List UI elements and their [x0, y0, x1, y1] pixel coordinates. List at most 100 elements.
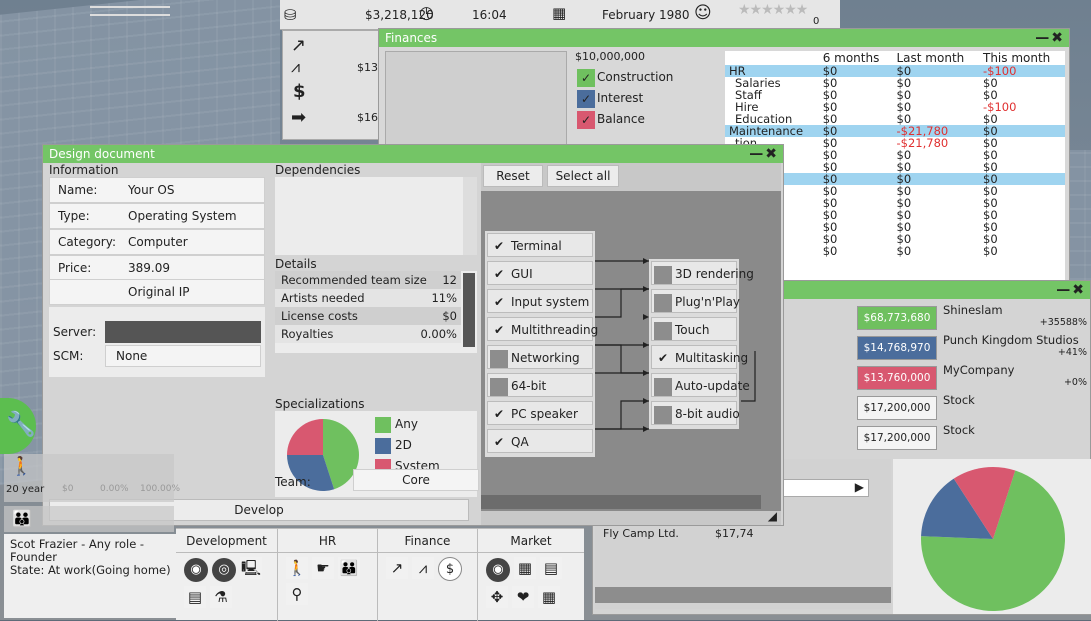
- info-field-row[interactable]: Name: Your OS: [49, 177, 265, 203]
- select-all-button[interactable]: Select all: [547, 165, 619, 187]
- market-grid-icon[interactable]: ▦: [514, 557, 536, 579]
- hr-person-icon[interactable]: 🚶: [286, 557, 308, 579]
- detail-value: $0: [442, 309, 457, 323]
- market-news-icon[interactable]: ▤: [540, 557, 562, 579]
- finance-legend: ✓ Construction ✓ Interest ✓ Balance: [577, 67, 697, 130]
- hr-group-icon[interactable]: 👪: [338, 557, 360, 579]
- feature-auto-update[interactable]: Auto-update: [651, 373, 750, 397]
- calendar-icon[interactable]: ▦: [552, 4, 566, 22]
- feature-scrollbar[interactable]: [481, 495, 761, 509]
- legend-item[interactable]: ✓ Interest: [577, 88, 697, 109]
- tab-finance[interactable]: Finance ↗ ⩘ $: [378, 529, 478, 621]
- market-shield-icon[interactable]: ❤: [512, 586, 534, 608]
- menu-handle[interactable]: [90, 6, 170, 16]
- market-award-icon[interactable]: ✥: [486, 586, 508, 608]
- dependencies-scrollbar[interactable]: [463, 177, 477, 255]
- tab-development[interactable]: Development ◉ ◎ 🖳 ▤ ⚗: [176, 529, 278, 621]
- close-icon[interactable]: ✖: [765, 146, 779, 162]
- detail-row: License costs $0: [275, 307, 461, 325]
- dollar-icon[interactable]: $: [293, 81, 306, 102]
- market-company: Punch Kingdom Studios: [943, 333, 1079, 347]
- scm-field[interactable]: None: [105, 345, 261, 367]
- feature-qa[interactable]: ✔ QA: [487, 429, 593, 453]
- table-row[interactable]: Maintenance $0 -$21,780 $0: [725, 125, 1065, 137]
- tab-market[interactable]: Market ◉ ▦ ▤✥ ❤ ▦: [478, 529, 584, 621]
- details-scrollbar[interactable]: [463, 273, 475, 347]
- server-field[interactable]: [105, 321, 261, 343]
- detail-row: Artists needed 11%: [275, 289, 461, 307]
- fin-trend-icon[interactable]: ↗: [386, 557, 408, 579]
- info-field-row[interactable]: Type: Operating System: [49, 203, 265, 229]
- clock-icon[interactable]: ◷: [419, 3, 434, 23]
- dev-target-icon[interactable]: ◎: [212, 558, 236, 582]
- dev-flask-icon[interactable]: ⚗: [210, 586, 232, 608]
- top-status-bar: ⛁ $3,218,120 ◷ 16:04 ▦ February 1980 ☺ ★…: [280, 0, 840, 30]
- legend-item[interactable]: ✓ Balance: [577, 109, 697, 130]
- minimize-icon[interactable]: —: [1035, 30, 1051, 46]
- feature-64-bit[interactable]: 64-bit: [487, 373, 593, 397]
- feature-3d-rendering[interactable]: 3D rendering: [651, 261, 754, 285]
- line-chart-icon[interactable]: ⩘: [291, 57, 300, 77]
- finance-chart-max: $10,000,000: [575, 50, 645, 63]
- feature-plug-n-play[interactable]: Plug'n'Play: [651, 289, 741, 313]
- feature-terminal[interactable]: ✔ Terminal: [487, 233, 593, 257]
- market-globe-icon[interactable]: ◉: [486, 558, 510, 582]
- hr-assign-icon[interactable]: ⚲: [286, 583, 308, 605]
- fin-chart-icon[interactable]: ⩘: [412, 557, 434, 579]
- dependencies-panel: [275, 177, 477, 255]
- feature-input-system[interactable]: ✔ Input system: [487, 289, 593, 313]
- market-share-row[interactable]: $68,773,680 Shineslam +35588%: [855, 303, 1091, 333]
- feature-pc-speaker[interactable]: ✔ PC speaker: [487, 401, 593, 425]
- finances-titlebar[interactable]: Finances —✖: [379, 29, 1069, 47]
- team-icon[interactable]: 👪: [12, 509, 32, 528]
- dev-monitor-icon[interactable]: 🖳: [240, 557, 262, 579]
- feature-multithreading[interactable]: ✔ Multithreading: [487, 317, 598, 341]
- info-field-row[interactable]: Category: Computer: [49, 229, 265, 255]
- minimize-icon[interactable]: —: [749, 146, 765, 162]
- unchecked-box: [654, 265, 672, 284]
- feature-gui[interactable]: ✔ GUI: [487, 261, 593, 285]
- arrow-right-icon[interactable]: ➡: [291, 107, 306, 128]
- feature-touch[interactable]: Touch: [651, 317, 737, 341]
- market-share-row[interactable]: $14,768,970 Punch Kingdom Studios +41%: [855, 333, 1091, 363]
- minimize-icon[interactable]: —: [1056, 282, 1072, 298]
- dev-doc-icon[interactable]: ▤: [184, 586, 206, 608]
- spec-legend-label: 2D: [395, 438, 412, 452]
- dev-globe-icon[interactable]: ◉: [184, 558, 208, 582]
- legend-item[interactable]: ✓ Construction: [577, 67, 697, 88]
- column-header: This month: [983, 51, 1051, 65]
- market-share-row[interactable]: $13,760,000 MyCompany +0%: [855, 363, 1091, 393]
- legend-checkbox[interactable]: ✓: [577, 89, 595, 108]
- feature-label: Plug'n'Play: [675, 295, 741, 309]
- feature-column-left: ✔ Terminal ✔ GUI ✔ Input system ✔ Multithreadin…: [485, 231, 598, 457]
- original-ip-field[interactable]: Original IP: [49, 279, 265, 305]
- legend-checkbox[interactable]: ✓: [577, 68, 595, 87]
- info-field-value: 389.09: [128, 261, 170, 275]
- market-calendar-icon[interactable]: ▦: [538, 586, 560, 608]
- trend-up-icon[interactable]: ↗: [291, 35, 306, 56]
- design-titlebar[interactable]: Design document —✖: [43, 145, 783, 163]
- info-field-row[interactable]: Price: 389.09: [49, 255, 265, 281]
- smiley-icon[interactable]: ☺: [694, 3, 712, 23]
- close-icon[interactable]: ✖: [1072, 282, 1086, 298]
- fin-dollar-icon[interactable]: $: [438, 557, 462, 581]
- team-field[interactable]: Core: [353, 469, 479, 491]
- table-row[interactable]: Salaries $0 $0 $0: [725, 77, 1065, 89]
- feature-label: 3D rendering: [675, 267, 754, 281]
- resize-grip-icon[interactable]: ◢: [768, 509, 777, 523]
- close-icon[interactable]: ✖: [1051, 30, 1065, 46]
- market-share-row[interactable]: $17,200,000 Stock: [855, 393, 1091, 423]
- hr-hire-icon[interactable]: ☛: [312, 557, 334, 579]
- team-label: Team:: [275, 475, 311, 489]
- feature-column-right: 3D rendering Plug'n'Play Touch ✔ Multitaskin…: [649, 259, 754, 429]
- checkmark-icon: ✔: [493, 267, 505, 281]
- reset-button[interactable]: Reset: [483, 165, 543, 187]
- tab-hr[interactable]: HR 🚶 ☛ 👪 ⚲: [278, 529, 378, 621]
- legend-checkbox[interactable]: ✓: [577, 110, 595, 129]
- employee-pct: 0.00%: [100, 484, 129, 494]
- events-scrollbar[interactable]: [595, 587, 891, 603]
- market-share-row[interactable]: $17,200,000 Stock: [855, 423, 1091, 453]
- feature-8-bit-audio[interactable]: 8-bit audio: [651, 401, 740, 425]
- feature-multitasking[interactable]: ✔ Multitasking: [651, 345, 748, 369]
- feature-networking[interactable]: Networking: [487, 345, 593, 369]
